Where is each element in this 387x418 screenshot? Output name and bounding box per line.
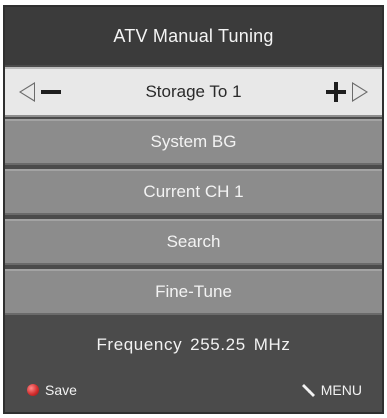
menu-item-label: Search — [166, 232, 221, 251]
frequency-value: 255.25 — [190, 335, 246, 354]
menu-item-search[interactable]: Search — [5, 219, 382, 265]
frequency-label: Frequency — [96, 335, 183, 354]
storage-selector[interactable]: Storage To 1 — [5, 67, 382, 117]
red-dot-icon — [27, 383, 39, 396]
storage-label: Storage To 1 — [145, 82, 242, 101]
save-button[interactable]: Save — [27, 382, 77, 398]
menu-item-current-ch[interactable]: Current CH 1 — [5, 169, 382, 215]
save-label: Save — [45, 381, 77, 398]
arrow-right-icon[interactable] — [352, 82, 368, 102]
menu-remote-icon — [301, 383, 315, 397]
menu-item-system[interactable]: System BG — [5, 119, 382, 165]
arrow-left-icon[interactable] — [19, 82, 35, 102]
plus-icon[interactable] — [326, 82, 346, 102]
minus-icon[interactable] — [41, 90, 61, 94]
frequency-unit: MHz — [253, 335, 291, 354]
menu-item-label: System BG — [150, 132, 237, 151]
frequency-readout: Frequency 255.25 MHz — [5, 325, 382, 365]
menu-item-label: Fine-Tune — [155, 282, 232, 301]
footer-bar: Save MENU — [5, 367, 382, 412]
title-text: ATV Manual Tuning — [113, 25, 274, 46]
panel-title: ATV Manual Tuning — [5, 7, 382, 65]
menu-label: MENU — [320, 381, 362, 398]
menu-item-label: Current CH 1 — [143, 182, 244, 201]
menu-button[interactable]: MENU — [301, 382, 362, 398]
atv-tuning-panel: ATV Manual Tuning Storage To 1 System BG… — [3, 5, 384, 414]
menu-item-fine-tune[interactable]: Fine-Tune — [5, 269, 382, 315]
